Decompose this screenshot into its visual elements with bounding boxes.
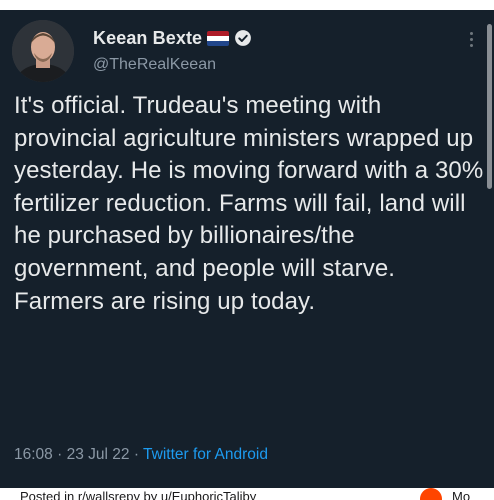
tweet-time: 16:08	[14, 446, 53, 463]
tweet-date[interactable]: 23 Jul 22	[67, 446, 130, 463]
meta-separator: ·	[57, 446, 63, 463]
tweet-source-link[interactable]: Twitter for Android	[143, 446, 268, 463]
avatar-image	[12, 20, 74, 82]
tweet-text: It's official. Trudeau's meeting with pr…	[14, 92, 484, 315]
author-handle[interactable]: @TheRealKeean	[93, 56, 252, 74]
bottom-strip: Posted in r/wallsrepy by u/EuphoricTalib…	[0, 488, 494, 500]
verified-badge-icon	[235, 30, 252, 46]
top-strip	[0, 0, 494, 10]
name-row: Keean Bexte	[93, 26, 252, 50]
reddit-icon	[420, 488, 442, 500]
tweet-meta: 16:08 · 23 Jul 22 · Twitter for Android	[14, 446, 268, 464]
author-name[interactable]: Keean Bexte	[93, 28, 202, 49]
meta-separator: ·	[133, 446, 139, 463]
avatar[interactable]	[12, 20, 74, 82]
posted-in-text: Posted in r/wallsrepy by u/EuphoricTalib…	[20, 489, 257, 500]
scrollbar[interactable]	[487, 24, 492, 189]
tweet-header: Keean Bexte @TheRealKeean	[93, 26, 252, 74]
footer-tail-text: Mo	[452, 489, 471, 500]
netherlands-flag-icon	[207, 30, 230, 46]
more-vertical-icon[interactable]	[470, 32, 474, 50]
tweet-card: Keean Bexte @TheRealKeean It's official.…	[0, 10, 494, 488]
